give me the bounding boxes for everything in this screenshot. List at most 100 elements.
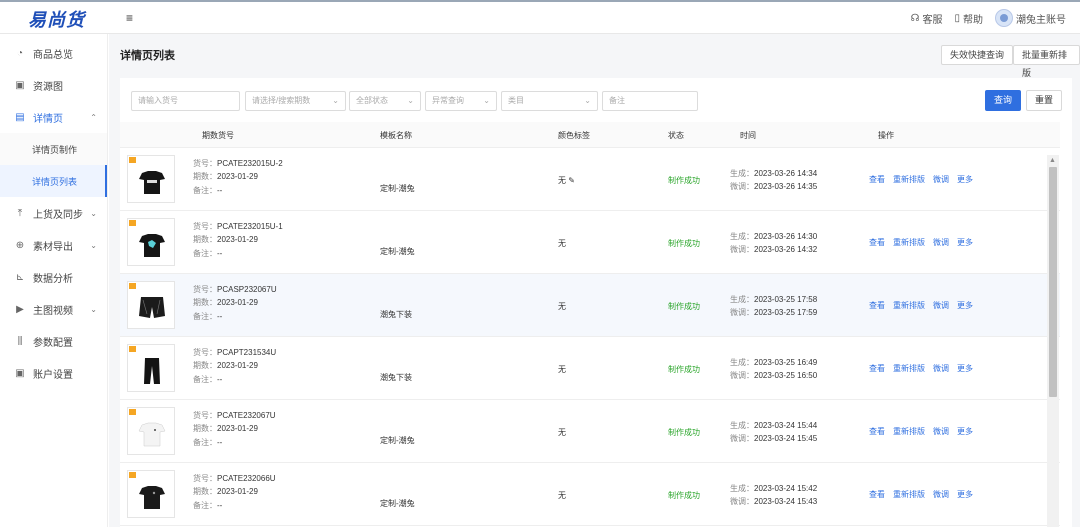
sidebar-sub-detail-list[interactable]: 详情页列表 — [0, 165, 107, 197]
product-thumbnail[interactable] — [127, 407, 175, 455]
scroll-thumb[interactable] — [1049, 167, 1057, 397]
tuned-label: 微调： — [730, 371, 754, 380]
tune-link[interactable]: 微调 — [933, 363, 949, 374]
sidebar-item-label: 资源图 — [33, 81, 63, 93]
note-input[interactable]: 备注 — [602, 91, 698, 111]
state-select[interactable]: 全部状态 ⌄ — [349, 91, 421, 111]
sidebar-item-resources[interactable]: ▣ 资源图 — [0, 69, 107, 101]
table-row: 货号：PCATE232015U-1 期数：2023-01-29 备注：-- 定制… — [120, 211, 1060, 274]
tuned-label: 微调： — [730, 245, 754, 254]
col-header-template: 模板名称 — [380, 131, 412, 140]
note-line: 备注：-- — [193, 374, 222, 385]
table-scrollbar[interactable]: ▲ — [1047, 155, 1059, 527]
tuned-value: 2023-03-26 14:35 — [754, 182, 818, 191]
tune-link[interactable]: 微调 — [933, 489, 949, 500]
period-value: 2023-01-29 — [217, 172, 258, 181]
exception-placeholder: 异常查询 — [432, 96, 464, 105]
badge-icon — [129, 472, 136, 478]
help-label: 帮助 — [963, 14, 983, 26]
sidebar-item-account[interactable]: ▣ 账户设置 — [0, 357, 107, 389]
note-value: -- — [217, 312, 223, 321]
rebuild-link[interactable]: 重新排版 — [893, 174, 925, 185]
color-tag[interactable]: 无 — [558, 238, 566, 249]
tune-link[interactable]: 微调 — [933, 237, 949, 248]
more-link[interactable]: 更多 — [957, 489, 973, 500]
tune-link[interactable]: 微调 — [933, 426, 949, 437]
rebuild-link[interactable]: 重新排版 — [893, 300, 925, 311]
sidebar-item-detail-page[interactable]: ▤ 详情页 ⌃ — [0, 101, 107, 133]
created-value: 2023-03-26 14:30 — [754, 232, 818, 241]
color-tag[interactable]: 无 ✎ — [558, 175, 575, 186]
menu-toggle-icon[interactable]: ≡ — [126, 11, 133, 25]
product-image — [139, 297, 165, 318]
sidebar-item-overview[interactable]: ◔ 商品总览 — [0, 37, 107, 69]
note-label: 备注： — [193, 186, 217, 195]
sidebar-item-params[interactable]: ⫼ 参数配置 — [0, 325, 107, 357]
more-link[interactable]: 更多 — [957, 237, 973, 248]
category-select[interactable]: 类目 ⌄ — [501, 91, 598, 111]
sidebar-item-upload-sync[interactable]: ⤒ 上货及同步 ⌄ — [0, 197, 107, 229]
scroll-up-icon[interactable]: ▲ — [1049, 157, 1056, 164]
sidebar-sub-detail-make[interactable]: 详情页制作 — [0, 133, 107, 165]
col-header-sku: 期数货号 — [202, 131, 234, 140]
tuned-time: 微调：2023-03-25 16:50 — [730, 370, 817, 381]
sidebar-item-video[interactable]: ▶ 主图视频 ⌄ — [0, 293, 107, 325]
period-line: 期数：2023-01-29 — [193, 360, 258, 371]
account-menu[interactable]: 潮兔主账号 — [995, 9, 1066, 27]
sku-label: 货号： — [193, 285, 217, 294]
view-link[interactable]: 查看 — [869, 300, 885, 311]
more-link[interactable]: 更多 — [957, 174, 973, 185]
avatar — [995, 9, 1013, 27]
product-thumbnail[interactable] — [127, 155, 175, 203]
view-link[interactable]: 查看 — [869, 174, 885, 185]
settings-icon: ⫼ — [17, 335, 23, 347]
note-label: 备注： — [193, 249, 217, 258]
help-link[interactable]: ▯ 帮助 — [954, 11, 983, 26]
product-thumbnail[interactable] — [127, 281, 175, 329]
app-logo[interactable]: 易尚货 — [28, 6, 85, 32]
rebuild-link[interactable]: 重新排版 — [893, 237, 925, 248]
view-link[interactable]: 查看 — [869, 426, 885, 437]
rebuild-link[interactable]: 重新排版 — [893, 489, 925, 500]
sidebar-item-export[interactable]: ⊕ 素材导出 ⌄ — [0, 229, 107, 261]
color-tag[interactable]: 无 — [558, 301, 566, 312]
tune-link[interactable]: 微调 — [933, 300, 949, 311]
product-thumbnail[interactable] — [127, 344, 175, 392]
exception-select[interactable]: 异常查询 ⌄ — [425, 91, 497, 111]
note-value: -- — [217, 501, 223, 510]
sku-input[interactable]: 请输入货号 — [131, 91, 240, 111]
product-thumbnail[interactable] — [127, 470, 175, 518]
row-actions: 查看 重新排版 微调 更多 — [869, 363, 973, 374]
created-value: 2023-03-25 17:58 — [754, 295, 818, 304]
quick-query-button[interactable]: 失效快捷查询 — [941, 45, 1014, 65]
created-time: 生成：2023-03-26 14:30 — [730, 231, 817, 242]
product-thumbnail[interactable] — [127, 218, 175, 266]
detail-table: 期数货号 模板名称 颜色标签 状态 时间 操作 货号：PCATE232015U-… — [120, 122, 1060, 526]
color-tag[interactable]: 无 — [558, 364, 566, 375]
customer-service-link[interactable]: ☊ 客服 — [911, 11, 943, 26]
view-link[interactable]: 查看 — [869, 237, 885, 248]
product-image — [144, 358, 160, 384]
color-tag[interactable]: 无 — [558, 490, 566, 501]
color-tag[interactable]: 无 — [558, 427, 566, 438]
note-label: 备注： — [193, 375, 217, 384]
reset-button[interactable]: 重置 — [1026, 90, 1062, 111]
more-link[interactable]: 更多 — [957, 300, 973, 311]
batch-rebuild-button[interactable]: 批量重新排版 — [1013, 45, 1080, 78]
template-name: 潮兔下装 — [380, 310, 412, 319]
tuned-time: 微调：2023-03-26 14:35 — [730, 181, 817, 192]
tuned-label: 微调： — [730, 497, 754, 506]
main-content: 详情页列表 失效快捷查询 批量重新排版 请输入货号 请选择/搜索期数 ⌄ 全部状… — [109, 34, 1080, 527]
more-link[interactable]: 更多 — [957, 426, 973, 437]
template-name: 定制-潮兔 — [380, 499, 415, 508]
more-link[interactable]: 更多 — [957, 363, 973, 374]
sku-line: 货号：PCATE232066U — [193, 473, 276, 484]
view-link[interactable]: 查看 — [869, 363, 885, 374]
period-select[interactable]: 请选择/搜索期数 ⌄ — [245, 91, 346, 111]
tune-link[interactable]: 微调 — [933, 174, 949, 185]
search-button[interactable]: 查询 — [985, 90, 1021, 111]
rebuild-link[interactable]: 重新排版 — [893, 363, 925, 374]
sidebar-item-analytics[interactable]: ⊾ 数据分析 — [0, 261, 107, 293]
rebuild-link[interactable]: 重新排版 — [893, 426, 925, 437]
view-link[interactable]: 查看 — [869, 489, 885, 500]
